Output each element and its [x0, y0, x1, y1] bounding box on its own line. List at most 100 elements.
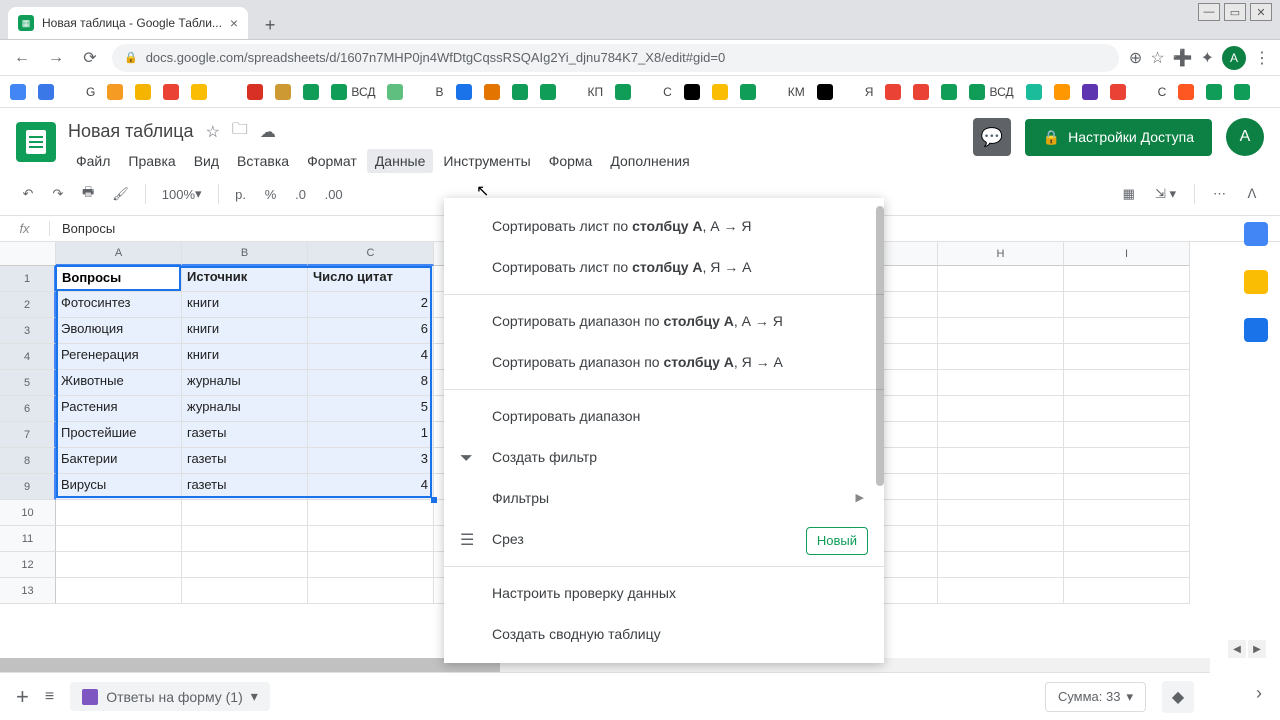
profile-avatar[interactable]: A — [1222, 46, 1246, 70]
bookmark-item[interactable] — [247, 84, 263, 100]
bookmark-item[interactable]: Я — [1262, 84, 1280, 100]
explore-button[interactable]: ◆ — [1162, 681, 1194, 713]
select-all-corner[interactable] — [0, 242, 56, 266]
cell[interactable] — [56, 552, 182, 578]
bookmark-item[interactable] — [303, 84, 319, 100]
menu-дополнения[interactable]: Дополнения — [602, 149, 697, 173]
bookmark-item[interactable]: ВСД — [969, 84, 1013, 100]
bookmark-item[interactable] — [1206, 84, 1222, 100]
zoom-select[interactable]: 100% ▾ — [156, 182, 208, 206]
slicer-item[interactable]: ☰ Срез Новый — [444, 519, 884, 560]
cell[interactable] — [938, 474, 1064, 500]
cell[interactable] — [182, 500, 308, 526]
url-input[interactable]: 🔒 docs.google.com/spreadsheets/d/1607n7M… — [112, 44, 1119, 72]
cell[interactable] — [938, 266, 1064, 292]
bookmark-item[interactable]: Я — [845, 84, 874, 100]
cell[interactable] — [182, 578, 308, 604]
cell[interactable]: 2 — [308, 292, 434, 318]
bookmark-item[interactable] — [456, 84, 472, 100]
cell[interactable] — [938, 448, 1064, 474]
cell[interactable] — [938, 578, 1064, 604]
column-header[interactable]: A — [56, 242, 182, 266]
share-button[interactable]: 🔒 Настройки Доступа — [1025, 119, 1212, 156]
cell[interactable] — [938, 370, 1064, 396]
cell[interactable]: Эволюция — [56, 318, 182, 344]
menu-вставка[interactable]: Вставка — [229, 149, 297, 173]
menu-данные[interactable]: Данные — [367, 149, 434, 173]
cell[interactable]: газеты — [182, 474, 308, 500]
bookmark-item[interactable] — [1082, 84, 1098, 100]
cell[interactable]: 5 — [308, 396, 434, 422]
sort-sheet-asc-item[interactable]: Сортировать лист по столбцу A, А → Я — [444, 206, 884, 247]
bookmark-item[interactable] — [38, 84, 54, 100]
cell[interactable]: книги — [182, 344, 308, 370]
bookmark-item[interactable] — [941, 84, 957, 100]
bookmark-item[interactable] — [1234, 84, 1250, 100]
pivot-table-item[interactable]: Создать сводную таблицу — [444, 614, 884, 655]
cell[interactable]: Растения — [56, 396, 182, 422]
cell[interactable]: Вирусы — [56, 474, 182, 500]
bookmark-item[interactable]: КП — [568, 84, 604, 100]
redo-button[interactable]: ↷ — [46, 182, 70, 206]
bookmark-item[interactable] — [484, 84, 500, 100]
increase-decimal-button[interactable]: .00 — [319, 183, 349, 206]
row-header[interactable]: 12 — [0, 552, 56, 578]
sort-range-item[interactable]: Сортировать диапазон — [444, 396, 884, 437]
cell[interactable] — [1064, 344, 1190, 370]
row-header[interactable]: 6 — [0, 396, 56, 422]
data-validation-item[interactable]: Настроить проверку данных — [444, 573, 884, 614]
bookmark-item[interactable]: С — [643, 84, 672, 100]
row-header[interactable]: 3 — [0, 318, 56, 344]
cell[interactable]: журналы — [182, 370, 308, 396]
column-header[interactable]: B — [182, 242, 308, 266]
sheet-tab[interactable]: Ответы на форму (1) ▾ — [70, 682, 270, 711]
cell[interactable] — [1064, 448, 1190, 474]
row-header[interactable]: 8 — [0, 448, 56, 474]
cell[interactable] — [308, 578, 434, 604]
cell[interactable] — [182, 526, 308, 552]
decrease-decimal-button[interactable]: .0 — [289, 183, 313, 206]
cell[interactable] — [1064, 526, 1190, 552]
cell[interactable]: книги — [182, 318, 308, 344]
cell[interactable] — [938, 292, 1064, 318]
close-tab-icon[interactable]: × — [230, 15, 238, 31]
row-header[interactable]: 10 — [0, 500, 56, 526]
cell[interactable] — [56, 578, 182, 604]
cell[interactable]: книги — [182, 292, 308, 318]
new-tab-button[interactable]: + — [256, 11, 284, 39]
row-header[interactable]: 1 — [0, 266, 56, 292]
move-document-icon[interactable]: 🗀 — [232, 118, 248, 145]
row-header[interactable]: 11 — [0, 526, 56, 552]
row-header[interactable]: 9 — [0, 474, 56, 500]
cell[interactable] — [938, 396, 1064, 422]
cell[interactable]: 1 — [308, 422, 434, 448]
bookmark-item[interactable] — [512, 84, 528, 100]
menu-правка[interactable]: Правка — [120, 149, 183, 173]
sheets-logo-icon[interactable] — [16, 122, 56, 162]
cell[interactable]: Фотосинтез — [56, 292, 182, 318]
cell[interactable] — [56, 500, 182, 526]
bookmark-item[interactable] — [10, 84, 26, 100]
cell[interactable]: 4 — [308, 474, 434, 500]
menu-форма[interactable]: Форма — [541, 149, 601, 173]
bookmark-item[interactable] — [817, 84, 833, 100]
currency-button[interactable]: р. — [229, 183, 253, 206]
cell[interactable]: газеты — [182, 448, 308, 474]
row-header[interactable]: 5 — [0, 370, 56, 396]
bookmark-item[interactable] — [1026, 84, 1042, 100]
menu-формат[interactable]: Формат — [299, 149, 365, 173]
cell[interactable]: 6 — [308, 318, 434, 344]
column-header[interactable]: I — [1064, 242, 1190, 266]
cell[interactable] — [308, 526, 434, 552]
cell[interactable] — [1064, 474, 1190, 500]
star-icon[interactable]: ☆ — [1150, 48, 1164, 68]
filters-submenu-item[interactable]: Фильтры ▶ — [444, 478, 884, 519]
cell[interactable] — [1064, 578, 1190, 604]
bookmark-item[interactable] — [540, 84, 556, 100]
sort-range-desc-item[interactable]: Сортировать диапазон по столбцу A, Я → А — [444, 342, 884, 383]
row-header[interactable]: 7 — [0, 422, 56, 448]
maximize-button[interactable]: ▭ — [1224, 3, 1246, 21]
quick-sum[interactable]: Сумма: 33▾ — [1045, 682, 1146, 712]
cell[interactable]: Животные — [56, 370, 182, 396]
cell[interactable] — [1064, 396, 1190, 422]
